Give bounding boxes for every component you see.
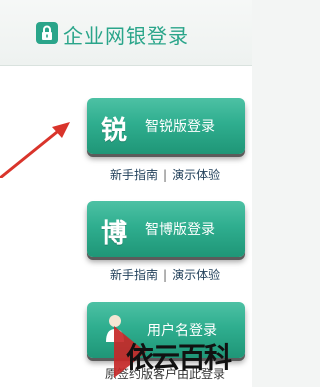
bo-login-label: 智博版登录: [145, 222, 215, 238]
lite-glyph-icon: 锐: [101, 116, 128, 146]
page: 企业网银登录 锐 智锐版登录 新手指南 | 演示体验 博 智博版登录 新手指南 | 演示…: [0, 0, 252, 387]
bo-guide-link[interactable]: 新手指南: [110, 268, 158, 282]
lite-login-button[interactable]: 锐 智锐版登录: [87, 98, 245, 154]
bo-glyph-icon: 博: [101, 219, 128, 249]
lite-login-label: 智锐版登录: [145, 119, 215, 135]
bo-links-separator: |: [163, 268, 168, 282]
page-title: 企业网银登录: [63, 24, 189, 48]
red-arrow-icon: [0, 122, 70, 178]
lock-icon: [36, 22, 58, 44]
lite-links: 新手指南 | 演示体验: [110, 166, 220, 183]
lite-guide-link[interactable]: 新手指南: [110, 168, 158, 182]
bo-links: 新手指南 | 演示体验: [110, 266, 220, 283]
lite-demo-link[interactable]: 演示体验: [172, 168, 220, 182]
bo-login-button[interactable]: 博 智博版登录: [87, 201, 245, 257]
bo-demo-link[interactable]: 演示体验: [172, 268, 220, 282]
header-bar: 企业网银登录: [0, 0, 252, 66]
watermark-text: 依云百科: [126, 341, 232, 374]
lite-links-separator: |: [163, 168, 168, 182]
